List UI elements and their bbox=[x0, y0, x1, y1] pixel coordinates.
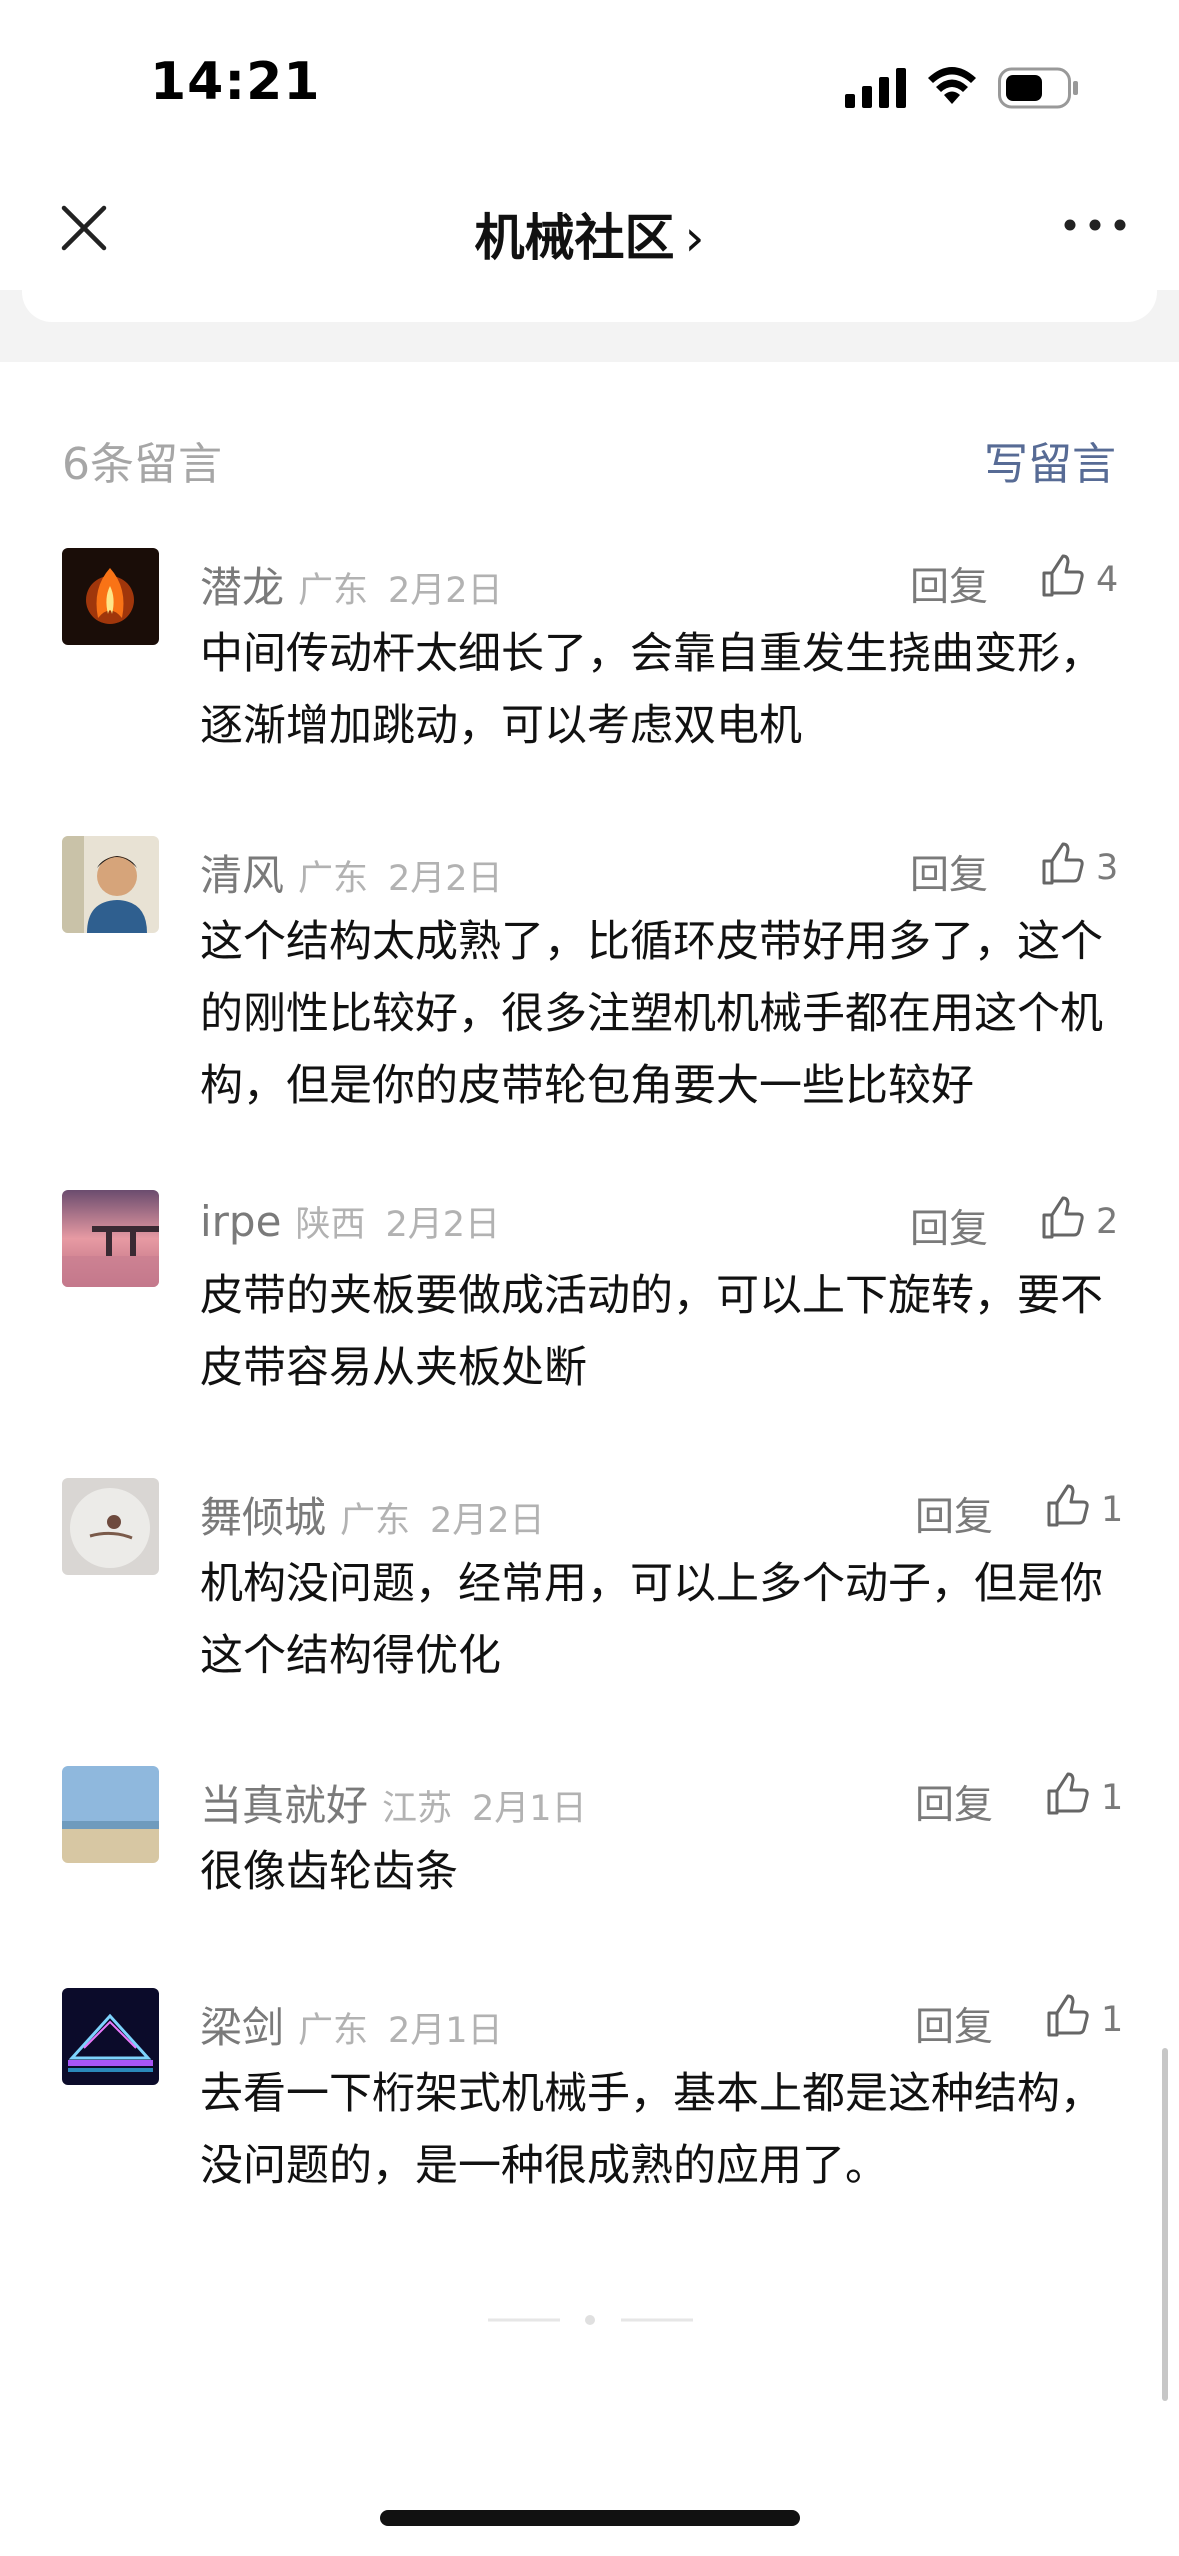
status-bar: 14:21 bbox=[0, 0, 1179, 160]
content-separator bbox=[0, 290, 1179, 362]
reply-button[interactable]: 回复 bbox=[910, 1198, 988, 1254]
like-count: 1 bbox=[1101, 2000, 1124, 2040]
reply-button[interactable]: 回复 bbox=[915, 1996, 993, 2052]
signal-icon bbox=[845, 68, 906, 108]
comment-date: 2月2日 bbox=[385, 1205, 500, 1245]
comment-location: 陕西 bbox=[295, 1205, 366, 1245]
avatar[interactable] bbox=[62, 1478, 159, 1575]
comment-author[interactable]: 舞倾城 bbox=[200, 1493, 326, 1542]
end-of-list-divider bbox=[488, 2315, 693, 2325]
comment-text: 皮带的夹板要做成活动的，可以上下旋转，要不皮带容易从夹板处断 bbox=[200, 1271, 1103, 1393]
avatar[interactable] bbox=[62, 1190, 159, 1287]
avatar[interactable] bbox=[62, 548, 159, 645]
comment-location: 广东 bbox=[340, 1501, 411, 1541]
comment-text: 中间传动杆太细长了，会靠自重发生挠曲变形，逐渐增加跳动，可以考虑双电机 bbox=[200, 629, 1103, 751]
like-count: 1 bbox=[1101, 1778, 1124, 1818]
comment-date: 2月2日 bbox=[388, 571, 503, 611]
comment-author[interactable]: 潜龙 bbox=[200, 563, 284, 612]
comment-author[interactable]: 清风 bbox=[200, 851, 284, 900]
thumbs-up-icon bbox=[1042, 842, 1084, 885]
like-count: 4 bbox=[1096, 560, 1119, 600]
comment-text: 这个结构太成熟了，比循环皮带好用多了，这个的刚性比较好，很多注塑机机械手都在用这… bbox=[200, 917, 1103, 1111]
comment-location: 广东 bbox=[298, 2011, 369, 2051]
comment-author[interactable]: 梁剑 bbox=[200, 2003, 284, 2052]
comment-text: 去看一下桁架式机械手，基本上都是这种结构，没问题的，是一种很成熟的应用了。 bbox=[200, 2069, 1103, 2191]
write-comment-link[interactable]: 写留言 bbox=[984, 428, 1116, 492]
avatar[interactable] bbox=[62, 836, 159, 933]
battery-icon bbox=[998, 67, 1078, 109]
comments-header: 6条留言 写留言 bbox=[0, 400, 1179, 510]
thumbs-up-icon bbox=[1047, 1994, 1089, 2037]
reply-button[interactable]: 回复 bbox=[915, 1486, 993, 1542]
comment-author[interactable]: 当真就好 bbox=[200, 1781, 368, 1830]
comment-location: 江苏 bbox=[382, 1789, 453, 1829]
nav-bar: 机械社区 › bbox=[0, 160, 1179, 290]
comment-date: 2月1日 bbox=[472, 1789, 587, 1829]
reply-button[interactable]: 回复 bbox=[910, 556, 988, 612]
avatar[interactable] bbox=[62, 1766, 159, 1863]
reply-button[interactable]: 回复 bbox=[915, 1774, 993, 1830]
chevron-right-icon: › bbox=[684, 209, 705, 267]
like-count: 3 bbox=[1096, 848, 1119, 888]
comment-date: 2月2日 bbox=[388, 859, 503, 899]
comment-text: 很像齿轮齿条 bbox=[200, 1847, 458, 1897]
comment-location: 广东 bbox=[298, 571, 369, 611]
reply-button[interactable]: 回复 bbox=[910, 844, 988, 900]
thumbs-up-icon bbox=[1042, 1196, 1084, 1239]
comments-count: 6条留言 bbox=[62, 439, 222, 490]
comment-date: 2月2日 bbox=[430, 1501, 545, 1541]
thumbs-up-icon bbox=[1047, 1484, 1089, 1527]
scrollbar[interactable] bbox=[1162, 2048, 1168, 2401]
thumbs-up-icon bbox=[1042, 554, 1084, 597]
home-indicator[interactable] bbox=[380, 2510, 800, 2526]
comment-date: 2月1日 bbox=[388, 2011, 503, 2051]
like-count: 1 bbox=[1101, 1490, 1124, 1530]
status-time: 14:21 bbox=[150, 52, 321, 112]
thumbs-up-icon bbox=[1047, 1772, 1089, 1815]
avatar[interactable] bbox=[62, 1988, 159, 2085]
wifi-icon bbox=[928, 67, 976, 104]
article-card-bottom bbox=[22, 290, 1157, 322]
comment-text: 机构没问题，经常用，可以上多个动子，但是你这个结构得优化 bbox=[200, 1559, 1103, 1681]
nav-title: 机械社区 bbox=[474, 209, 675, 267]
more-icon[interactable] bbox=[1062, 210, 1128, 240]
nav-title-link[interactable]: 机械社区 › bbox=[0, 198, 1179, 270]
like-count: 2 bbox=[1096, 1202, 1119, 1242]
comment-author[interactable]: irpe bbox=[200, 1197, 281, 1246]
comment-location: 广东 bbox=[298, 859, 369, 899]
